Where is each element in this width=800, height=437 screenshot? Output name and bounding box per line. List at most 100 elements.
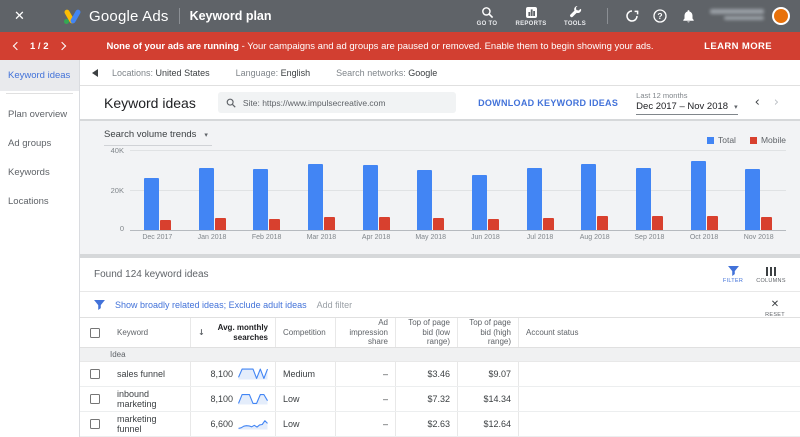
row-checkbox[interactable] xyxy=(90,419,100,429)
locations-filter[interactable]: Locations: United States xyxy=(112,68,210,78)
bar-group: Sep 2018 xyxy=(622,150,677,244)
bar-total xyxy=(199,168,214,230)
date-range-select[interactable]: Last 12 months Dec 2017 – Nov 2018▾ xyxy=(636,91,737,115)
sidebar-item-keyword-ideas[interactable]: Keyword ideas xyxy=(0,60,79,91)
found-count-text: Found 124 keyword ideas xyxy=(94,269,209,280)
bar-chart-plot: Dec 2017Jan 2018Feb 2018Mar 2018Apr 2018… xyxy=(130,150,786,244)
top-bid-high-cell: $12.64 xyxy=(457,412,518,436)
trend-sparkline xyxy=(238,392,268,406)
download-keyword-ideas-button[interactable]: DOWNLOAD KEYWORD IDEAS xyxy=(478,98,618,108)
bar-total xyxy=(253,169,268,230)
bar-group: Oct 2018 xyxy=(677,150,732,244)
legend-swatch-total xyxy=(707,137,714,144)
date-prev-icon[interactable]: ‹ xyxy=(748,95,767,110)
column-header-account-status[interactable]: Account status xyxy=(518,318,800,347)
filter-button[interactable]: FILTER xyxy=(714,266,752,284)
sidebar-item-ad-groups[interactable]: Ad groups xyxy=(0,129,79,158)
bar-total xyxy=(472,175,487,230)
bar-group: Jul 2018 xyxy=(513,150,568,244)
language-filter[interactable]: Language: English xyxy=(236,68,311,78)
reports-button[interactable]: REPORTS xyxy=(509,6,553,27)
row-checkbox[interactable] xyxy=(90,369,100,379)
keyword-cell: sales funnel xyxy=(110,362,190,386)
top-bid-low-cell: $3.46 xyxy=(395,362,457,386)
avg-searches-value: 6,600 xyxy=(210,419,233,429)
bar-total xyxy=(581,164,596,230)
bar-group: Dec 2017 xyxy=(130,150,185,244)
x-tick-label: Mar 2018 xyxy=(307,234,337,241)
column-header-ad-impression-share[interactable]: Ad impression share xyxy=(335,318,395,347)
legend-item-mobile[interactable]: Mobile xyxy=(750,135,786,145)
bar-total xyxy=(417,170,432,230)
account-status-cell xyxy=(518,362,800,386)
date-next-icon[interactable]: › xyxy=(767,95,786,110)
sidebar-item-plan-overview[interactable]: Plan overview xyxy=(0,100,79,129)
legend-swatch-mobile xyxy=(750,137,757,144)
alert-prev-icon[interactable] xyxy=(13,42,21,50)
main-content: Locations: United States Language: Engli… xyxy=(80,60,800,437)
section-title: Keyword ideas xyxy=(104,95,196,111)
site-search-value: Site: https://www.impulsecreative.com xyxy=(243,98,386,108)
alert-banner: 1 / 2 None of your ads are running - You… xyxy=(0,32,800,60)
refresh-icon[interactable] xyxy=(618,9,646,23)
column-header-top-bid-low[interactable]: Top of page bid (low range) xyxy=(395,318,457,347)
bar-chart: 40K 20K 0 Dec 2017Jan 2018Feb 2018Mar 20… xyxy=(104,150,786,244)
bar-mobile xyxy=(215,218,226,230)
site-search-input[interactable]: Site: https://www.impulsecreative.com xyxy=(218,92,456,113)
search-volume-chart-card: Search volume trends▾ Total Mobile 40K 2… xyxy=(80,121,800,254)
brand-name: Google Ads xyxy=(89,8,169,25)
ad-impression-share-cell: – xyxy=(335,387,395,411)
x-tick-label: Apr 2018 xyxy=(362,234,390,241)
row-checkbox[interactable] xyxy=(90,394,100,404)
top-bid-low-cell: $7.32 xyxy=(395,387,457,411)
column-header-top-bid-high[interactable]: Top of page bid (high range) xyxy=(457,318,518,347)
ad-impression-share-cell: – xyxy=(335,412,395,436)
wrench-icon xyxy=(569,6,582,19)
column-header-avg-monthly-searches[interactable]: ↓Avg. monthly searches xyxy=(190,318,275,347)
bar-group: Jun 2018 xyxy=(458,150,513,244)
column-header-competition[interactable]: Competition xyxy=(275,318,335,347)
tools-button[interactable]: TOOLS xyxy=(553,6,597,27)
competition-cell: Low xyxy=(275,387,335,411)
avatar[interactable] xyxy=(772,7,790,25)
bar-mobile xyxy=(761,217,772,230)
sidebar-item-locations[interactable]: Locations xyxy=(0,187,79,216)
columns-button[interactable]: COLUMNS xyxy=(752,266,790,284)
add-filter-button[interactable]: Add filter xyxy=(317,300,353,310)
columns-icon xyxy=(766,266,777,276)
alert-next-icon[interactable] xyxy=(57,42,65,50)
notifications-bell-icon[interactable] xyxy=(674,9,702,23)
collapse-panel-icon[interactable] xyxy=(92,69,98,77)
learn-more-button[interactable]: LEARN MORE xyxy=(704,41,772,52)
google-ads-logo-icon xyxy=(64,9,81,23)
divider xyxy=(607,8,608,24)
keyword-ideas-table: Keyword ↓Avg. monthly searches Competiti… xyxy=(80,317,800,437)
select-all-checkbox[interactable] xyxy=(90,328,100,338)
reset-filters-button[interactable]: ✕ RESET xyxy=(760,300,790,318)
legend-item-total[interactable]: Total xyxy=(707,135,736,145)
go-to-button[interactable]: GO TO xyxy=(465,6,509,27)
sidebar-item-keywords[interactable]: Keywords xyxy=(0,158,79,187)
top-bid-high-cell: $14.34 xyxy=(457,387,518,411)
svg-text:?: ? xyxy=(657,11,662,21)
bar-mobile xyxy=(269,219,280,230)
applied-filters-link[interactable]: Show broadly related ideas; Exclude adul… xyxy=(115,300,307,310)
help-icon[interactable]: ? xyxy=(646,9,674,23)
search-networks-filter[interactable]: Search networks: Google xyxy=(336,68,437,78)
bar-mobile xyxy=(488,219,499,230)
bar-group: Nov 2018 xyxy=(731,150,786,244)
x-tick-label: Jan 2018 xyxy=(198,234,227,241)
column-header-keyword[interactable]: Keyword xyxy=(110,318,190,347)
close-icon[interactable]: ✕ xyxy=(14,9,36,24)
y-axis: 40K 20K 0 xyxy=(104,150,130,244)
alert-message: None of your ads are running - Your camp… xyxy=(107,41,654,52)
chart-metric-dropdown[interactable]: Search volume trends▾ xyxy=(104,129,212,146)
bar-group: Aug 2018 xyxy=(567,150,622,244)
targeting-bar: Locations: United States Language: Engli… xyxy=(80,60,800,86)
search-icon xyxy=(481,6,494,19)
keyword-cell: inbound marketing xyxy=(110,387,190,411)
bar-mobile xyxy=(543,218,554,230)
bar-total xyxy=(308,164,323,230)
account-info[interactable] xyxy=(708,9,764,23)
alert-pager: 1 / 2 xyxy=(30,41,49,52)
